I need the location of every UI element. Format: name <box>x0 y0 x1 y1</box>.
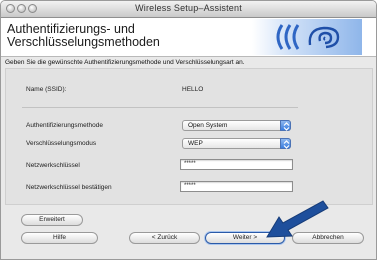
page-title: Authentifizierungs- und Verschlüsselungs… <box>7 23 207 49</box>
setup-assistant-window: Wireless Setup–Assistent Authentifizieru… <box>0 0 377 260</box>
page-title-line2: Verschlüsselungsmethoden <box>7 35 160 49</box>
pointer-arrow-icon <box>266 200 329 238</box>
divider <box>22 107 298 108</box>
title-bar: Wireless Setup–Assistent <box>1 1 376 18</box>
help-button[interactable]: Hilfe <box>21 232 98 244</box>
confirm-key-field[interactable]: ***** <box>180 181 293 192</box>
encryption-mode-value: WEP <box>188 140 203 147</box>
network-key-field[interactable]: ***** <box>180 159 293 170</box>
auth-method-label: Authentifizierungsmethode <box>26 122 103 129</box>
auth-method-value: Open System <box>188 122 228 129</box>
network-key-label: Netzwerkschlüssel <box>26 162 80 169</box>
encryption-mode-label: Verschlüsselungsmodus <box>26 140 97 147</box>
page-header: Authentifizierungs- und Verschlüsselungs… <box>1 18 376 57</box>
wifi-logo-icon <box>252 19 362 55</box>
encryption-mode-select[interactable]: WEP <box>182 138 291 149</box>
instruction-text: Geben Sie die gewünschte Authentifizieru… <box>5 59 245 66</box>
window-title: Wireless Setup–Assistent <box>135 3 242 13</box>
chevron-updown-icon <box>280 120 291 131</box>
confirm-key-label: Netzwerkschlüssel bestätigen <box>26 184 112 191</box>
back-button[interactable]: < Zurück <box>129 232 200 244</box>
ssid-value: HELLO <box>182 86 204 93</box>
auth-method-select[interactable]: Open System <box>182 120 291 131</box>
ssid-label: Name (SSID): <box>26 86 67 93</box>
chevron-updown-icon <box>280 138 291 149</box>
settings-panel: Name (SSID): HELLO Authentifizierungsmet… <box>5 68 373 205</box>
advanced-button[interactable]: Erweitert <box>21 214 83 226</box>
